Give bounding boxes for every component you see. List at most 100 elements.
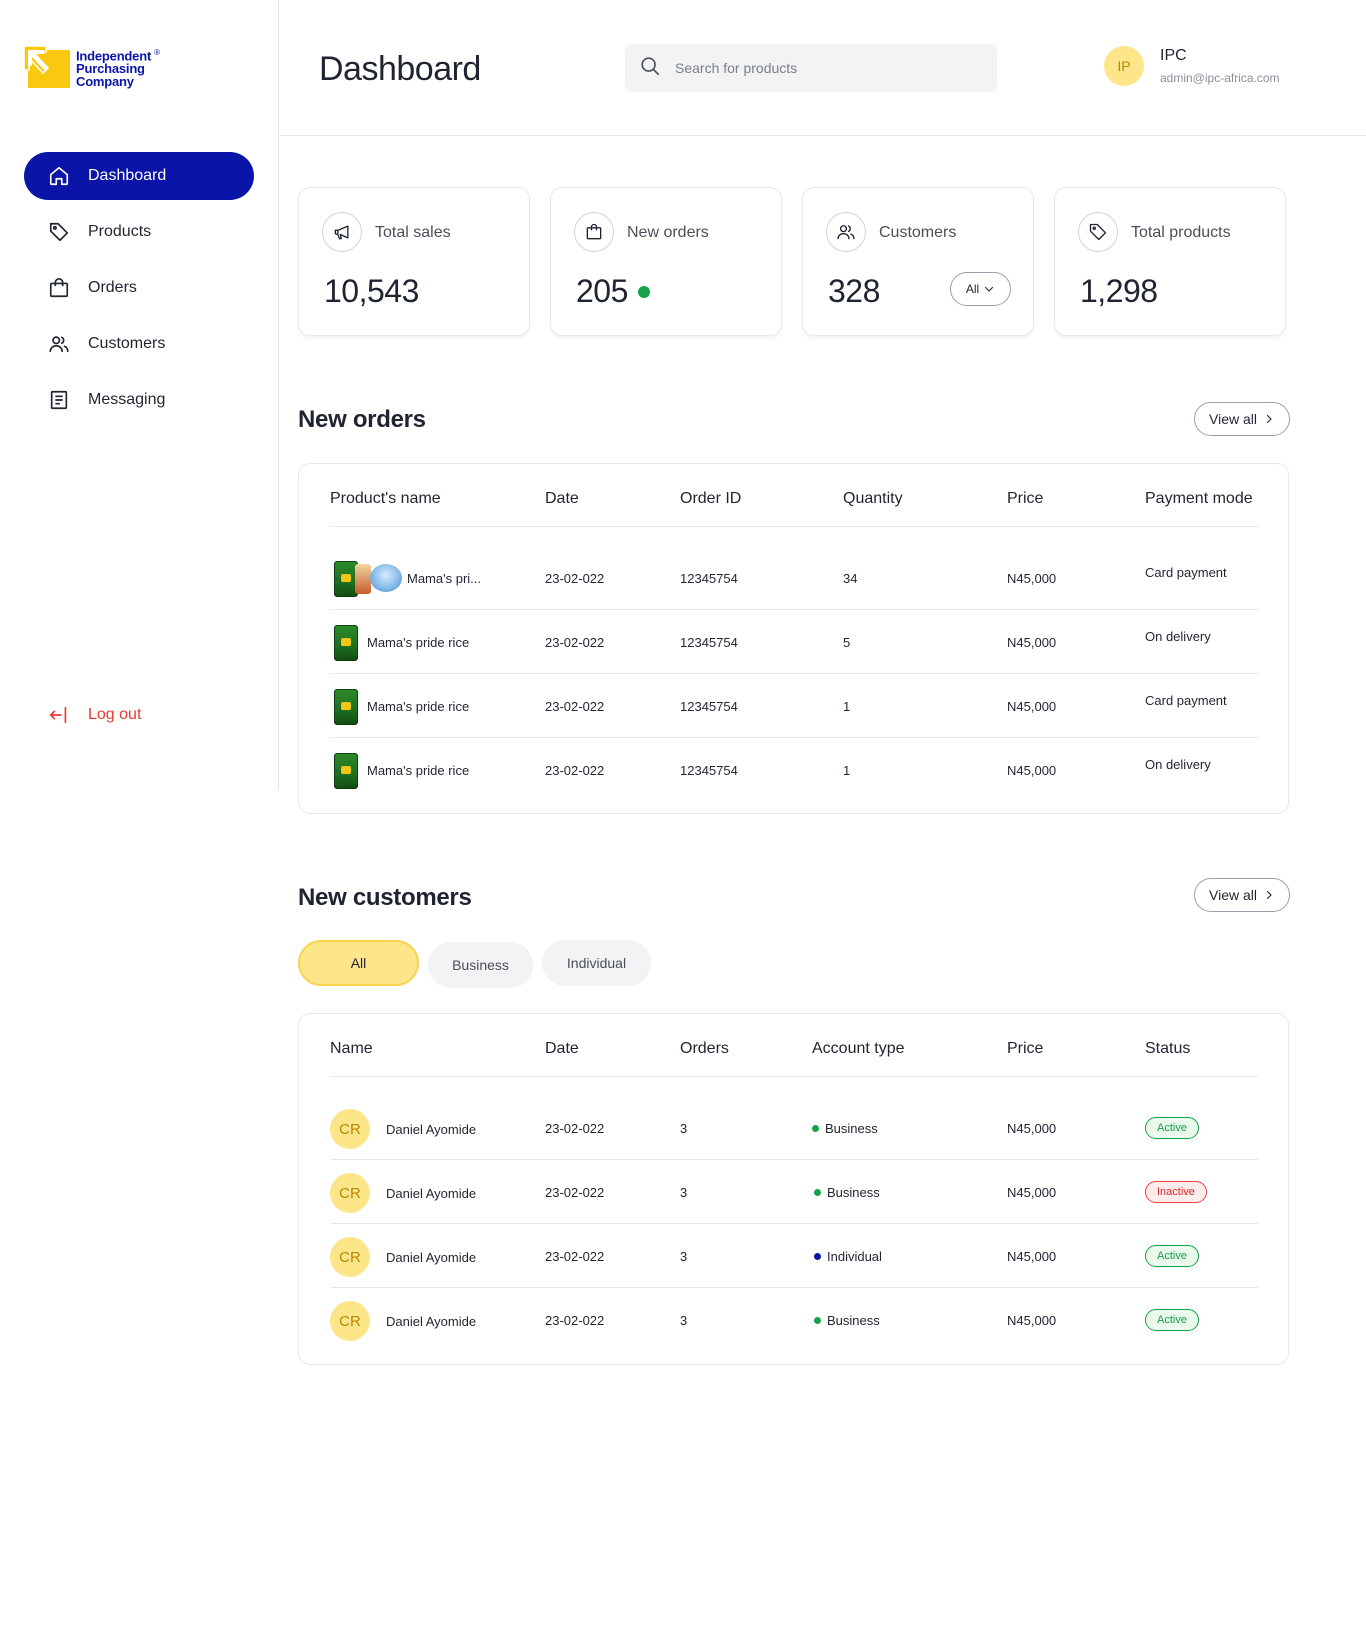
customer-orders: 3	[680, 1185, 688, 1200]
new-customers-title: New customers	[298, 884, 472, 911]
shopping-bag-icon	[48, 277, 70, 299]
order-quantity: 34	[843, 571, 858, 586]
stat-value: 1,298	[1080, 273, 1158, 309]
brand-logo[interactable]: Independent ® Purchasing Company	[23, 45, 160, 88]
customer-price: N45,000	[1007, 1249, 1057, 1264]
account-type-dot	[814, 1317, 821, 1324]
table-row[interactable]: CR Daniel Ayomide 23-02-022 3 Business N…	[330, 1288, 1258, 1352]
sidebar-item-products[interactable]: Products	[24, 208, 254, 256]
customer-filter-tabs: All Business Individual	[298, 940, 651, 988]
avatar: CR	[330, 1237, 370, 1277]
product-thumbnail	[355, 564, 371, 594]
account-type-dot	[812, 1125, 819, 1132]
column-header: Orders	[680, 1040, 729, 1057]
column-header: Order ID	[680, 490, 742, 507]
order-date: 23-02-022	[545, 699, 605, 714]
users-icon	[826, 212, 866, 252]
customers-filter-dropdown[interactable]: All	[950, 272, 1011, 306]
account-type: Business	[827, 1313, 880, 1328]
table-row[interactable]: CR Daniel Ayomide 23-02-022 3 Business N…	[330, 1160, 1258, 1224]
column-header: Name	[330, 1040, 373, 1057]
product-thumbnail	[334, 753, 358, 789]
order-date: 23-02-022	[545, 635, 605, 650]
product-thumbnail	[334, 625, 358, 661]
sidebar-item-label: Dashboard	[88, 167, 167, 184]
stat-label: Total products	[1131, 224, 1231, 241]
stat-card-customers: Customers 328 All	[802, 187, 1034, 336]
customer-name: Daniel Ayomide	[386, 1250, 477, 1265]
product-name: Mama's pride rice	[367, 635, 470, 650]
customers-table: Name Date Orders Account type Price Stat…	[298, 1013, 1289, 1365]
column-header: Account type	[812, 1040, 905, 1057]
stat-value: 10,543	[324, 273, 419, 309]
account-type-dot	[814, 1253, 821, 1260]
order-id: 12345754	[680, 571, 738, 586]
order-id: 12345754	[680, 763, 738, 778]
stat-label: Customers	[879, 224, 957, 241]
search-bar[interactable]	[625, 44, 997, 92]
order-date: 23-02-022	[545, 571, 605, 586]
order-quantity: 1	[843, 763, 851, 778]
megaphone-icon	[322, 212, 362, 252]
order-price: N45,000	[1007, 635, 1057, 650]
product-thumbnail	[370, 564, 402, 592]
filter-chip-individual[interactable]: Individual	[542, 940, 651, 986]
account-type: Individual	[827, 1249, 882, 1264]
customer-date: 23-02-022	[545, 1185, 605, 1200]
customer-orders: 3	[680, 1121, 688, 1136]
orders-view-all-button[interactable]: View all	[1194, 402, 1290, 436]
tag-icon	[1078, 212, 1118, 252]
customer-orders: 3	[680, 1313, 688, 1328]
stat-value: 205	[576, 273, 650, 310]
table-row[interactable]: CR Daniel Ayomide 23-02-022 3 Individual…	[330, 1224, 1258, 1288]
column-header: Price	[1007, 490, 1044, 507]
user-profile[interactable]: IP IPC admin@ipc-africa.com	[1104, 46, 1280, 86]
new-orders-title: New orders	[298, 406, 426, 433]
status-badge: Active	[1145, 1117, 1199, 1139]
filter-chip-all[interactable]: All	[298, 940, 419, 986]
logout-label: Log out	[88, 706, 142, 723]
table-row[interactable]: CR Daniel Ayomide 23-02-022 3 Business N…	[330, 1096, 1258, 1160]
status-badge: Active	[1145, 1245, 1199, 1267]
search-input[interactable]	[675, 60, 975, 76]
sidebar-item-dashboard[interactable]: Dashboard	[24, 152, 254, 200]
table-row[interactable]: Mama's pride rice 23-02-022 12345754 1 N…	[330, 738, 1258, 802]
sidebar-item-customers[interactable]: Customers	[24, 320, 254, 368]
customers-view-all-button[interactable]: View all	[1194, 878, 1290, 912]
sidebar-item-label: Messaging	[88, 391, 166, 408]
sidebar-item-label: Products	[88, 223, 152, 240]
stat-card-total-products: Total products 1,298	[1054, 187, 1286, 336]
user-info: IPC admin@ipc-africa.com	[1160, 47, 1280, 85]
logout-button[interactable]: Log out	[48, 704, 141, 726]
chevron-right-icon	[1266, 890, 1272, 900]
product-name: Mama's pride rice	[367, 699, 470, 714]
sidebar-item-label: Orders	[88, 279, 137, 296]
chevron-right-icon	[1266, 414, 1272, 424]
sidebar-nav: Dashboard Products Orders Customers Mess…	[24, 152, 254, 432]
view-all-label: View all	[1209, 887, 1257, 903]
customer-price: N45,000	[1007, 1185, 1057, 1200]
account-type: Business	[825, 1121, 878, 1136]
sidebar: Independent ® Purchasing Company Dashboar…	[0, 0, 279, 790]
status-dot	[637, 285, 650, 298]
order-id: 12345754	[680, 699, 738, 714]
product-name: Mama's pri...	[407, 571, 481, 586]
filter-chip-business[interactable]: Business	[428, 942, 533, 988]
payment-mode: On delivery	[1145, 629, 1211, 644]
table-row[interactable]: Mama's pride rice 23-02-022 12345754 5 N…	[330, 610, 1258, 674]
logo-mark-icon	[23, 45, 70, 88]
payment-mode: Card payment	[1145, 693, 1227, 708]
order-price: N45,000	[1007, 763, 1057, 778]
customer-orders: 3	[680, 1249, 688, 1264]
sidebar-item-orders[interactable]: Orders	[24, 264, 254, 312]
table-row[interactable]: Mama's pri... 23-02-022 12345754 34 N45,…	[330, 546, 1258, 610]
stat-card-total-sales: Total sales 10,543	[298, 187, 530, 336]
column-header: Product's name	[330, 490, 441, 507]
avatar: CR	[330, 1301, 370, 1341]
top-header: Dashboard IP IPC admin@ipc-africa.com	[279, 0, 1366, 136]
logout-icon	[48, 704, 70, 726]
order-quantity: 1	[843, 699, 851, 714]
table-row[interactable]: Mama's pride rice 23-02-022 12345754 1 N…	[330, 674, 1258, 738]
filter-value: All	[965, 282, 980, 296]
sidebar-item-messaging[interactable]: Messaging	[24, 376, 254, 424]
